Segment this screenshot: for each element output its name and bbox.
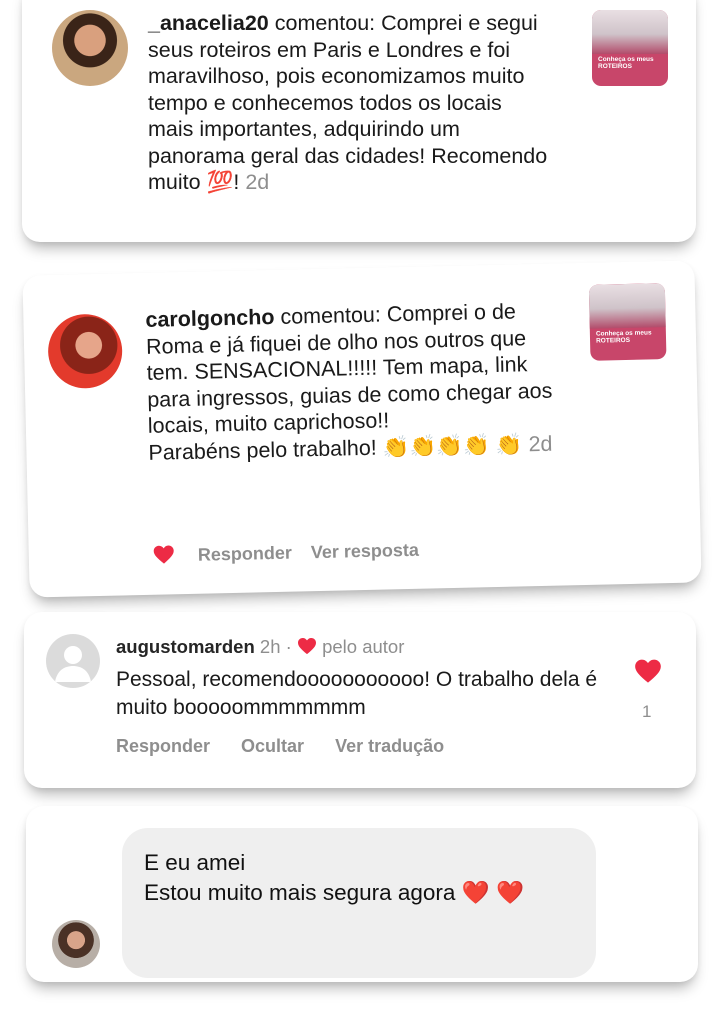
- reply-button[interactable]: Responder: [198, 543, 292, 565]
- comment-actions: Responder Ver resposta: [153, 539, 420, 567]
- comment-suffix: !: [233, 170, 240, 194]
- message-text: E eu amei Estou muito mais segura agora …: [144, 848, 584, 908]
- comment-card-anacelia: _anacelia20 comentou: Comprei e segui se…: [22, 0, 696, 242]
- comment-username[interactable]: carolgoncho: [145, 305, 275, 332]
- thumbnail-caption: Conheça os meus ROTEIROS: [595, 329, 652, 345]
- heart-icon: [297, 637, 316, 655]
- hundred-points-emoji: 💯: [206, 170, 234, 194]
- avatar[interactable]: [52, 10, 128, 86]
- see-translation-button[interactable]: Ver tradução: [335, 736, 444, 756]
- comment-body: Pessoal, recomendooooooooooo! O trabalho…: [116, 668, 598, 719]
- clapping-hands-emoji: 👏: [495, 431, 523, 457]
- see-reply-button[interactable]: Ver resposta: [311, 540, 419, 562]
- comment-card-augustomarden: augustomarden 2h · pelo autor Pessoal, r…: [24, 612, 696, 788]
- comment-actions: Responder Ocultar Ver tradução: [116, 736, 444, 757]
- comment-text: _anacelia20 comentou: Comprei e segui se…: [148, 10, 548, 196]
- message-card: E eu amei Estou muito mais segura agora …: [26, 806, 698, 982]
- like-heart-icon[interactable]: [634, 658, 662, 684]
- thumbnail-photo: [588, 283, 666, 329]
- hide-button[interactable]: Ocultar: [241, 736, 304, 756]
- separator-dot: ·: [285, 636, 292, 657]
- comment-text: carolgoncho comentou: Comprei o de Roma …: [145, 298, 557, 466]
- thumbnail-photo: [592, 10, 668, 54]
- comment-card-carolgoncho: carolgoncho comentou: Comprei o de Roma …: [22, 260, 702, 598]
- red-heart-emoji: ❤️: [495, 880, 524, 905]
- reply-button[interactable]: Responder: [116, 736, 210, 756]
- comment-username[interactable]: _anacelia20: [148, 11, 269, 35]
- comment-verb: comentou:: [280, 302, 382, 329]
- message-bubble: E eu amei Estou muito mais segura agora …: [122, 828, 596, 978]
- like-count: 1: [642, 702, 652, 721]
- person-silhouette-icon: [55, 646, 91, 682]
- clapping-hands-emoji: 👏👏👏👏: [382, 432, 491, 460]
- comment-header: augustomarden 2h · pelo autor: [116, 636, 404, 658]
- thumbnail-caption: Conheça os meus ROTEIROS: [598, 56, 654, 70]
- post-thumbnail[interactable]: Conheça os meus ROTEIROS: [588, 283, 667, 361]
- comment-body-2: Parabéns pelo trabalho!: [148, 435, 378, 465]
- red-heart-emoji: ❤️: [461, 880, 490, 905]
- comment-username[interactable]: augustomarden: [116, 636, 255, 657]
- comment-timestamp: 2d: [245, 170, 270, 194]
- default-avatar-icon[interactable]: [46, 634, 100, 688]
- comment-timestamp: 2d: [528, 431, 553, 456]
- comment-body: Comprei e segui seus roteiros em Paris e…: [148, 11, 548, 194]
- post-thumbnail[interactable]: Conheça os meus ROTEIROS: [592, 10, 668, 86]
- avatar[interactable]: [47, 313, 123, 390]
- avatar[interactable]: [52, 920, 100, 968]
- heart-icon[interactable]: [153, 544, 175, 564]
- liked-by-author-label: pelo autor: [322, 636, 405, 657]
- message-line-1: E eu amei: [144, 850, 246, 875]
- message-line-2: Estou muito mais segura agora: [144, 880, 456, 905]
- comment-timestamp: 2h: [259, 636, 281, 657]
- comment-verb: comentou:: [274, 11, 376, 35]
